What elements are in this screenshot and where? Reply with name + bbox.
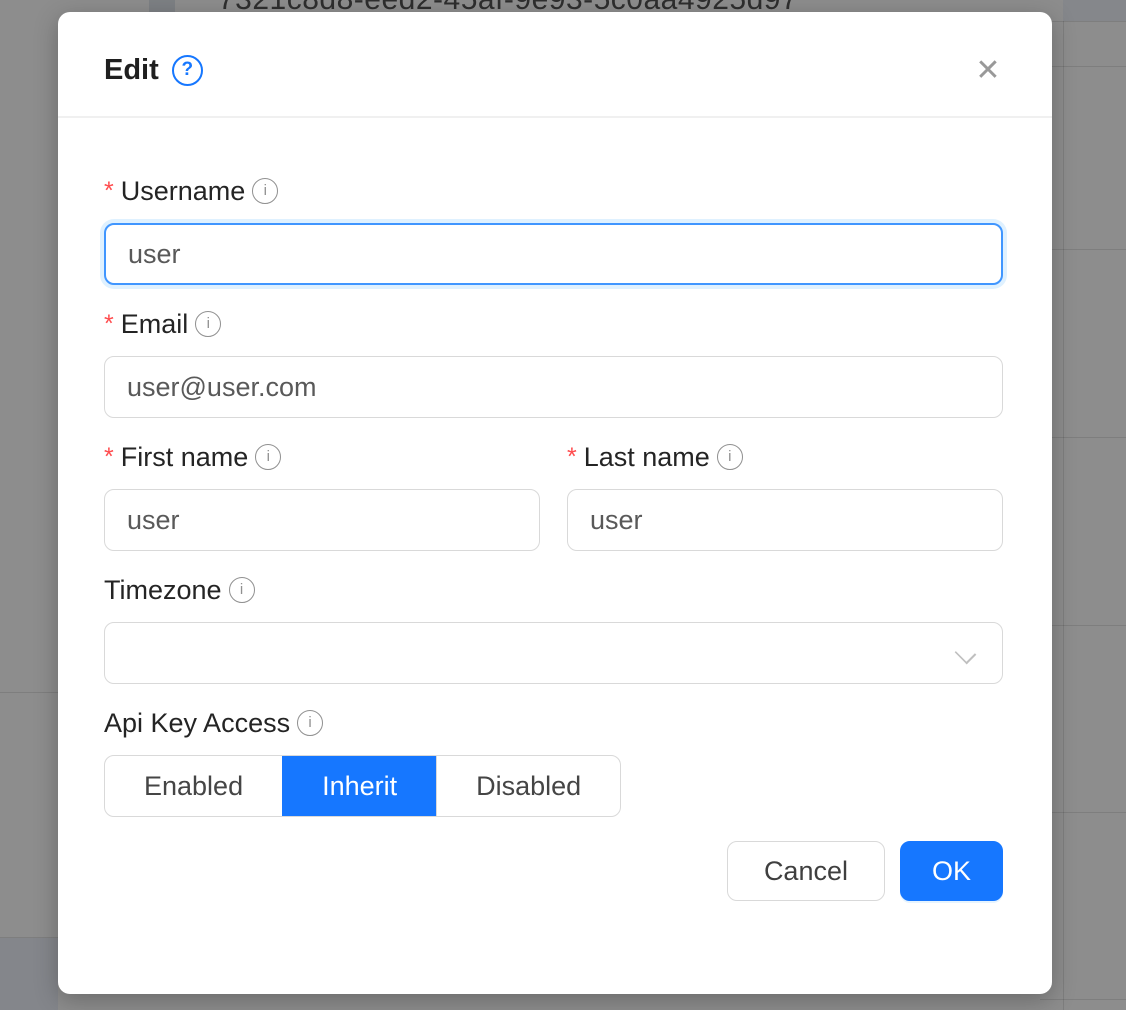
cancel-button[interactable]: Cancel	[727, 841, 885, 901]
first-name-form-item: * First name i	[104, 440, 540, 551]
background-table-line	[1040, 625, 1126, 626]
required-marker: *	[567, 440, 577, 474]
timezone-form-item: Timezone i	[104, 573, 1003, 684]
api-key-access-form-item: Api Key Access i Enabled Inherit Disable…	[104, 706, 1003, 817]
radio-option-enabled[interactable]: Enabled	[105, 756, 282, 816]
radio-option-disabled[interactable]: Disabled	[436, 756, 620, 816]
background-table-line	[1040, 437, 1126, 438]
required-marker: *	[104, 174, 114, 208]
close-icon[interactable]: ✕	[968, 50, 1008, 90]
modal-footer: Cancel OK	[58, 841, 1052, 901]
username-label-text: Username	[121, 174, 246, 208]
modal-title: Edit	[104, 54, 159, 87]
api-key-access-label-text: Api Key Access	[104, 706, 290, 740]
background-table-line	[1040, 249, 1126, 250]
background-table-line	[1040, 999, 1126, 1000]
last-name-input[interactable]	[567, 489, 1003, 551]
name-row: * First name i * Last name i	[104, 440, 1003, 551]
api-key-access-radio-group: Enabled Inherit Disabled	[104, 755, 621, 817]
username-label: * Username i	[104, 174, 1003, 208]
timezone-label: Timezone i	[104, 573, 1003, 607]
username-input[interactable]	[104, 223, 1003, 285]
email-label-text: Email	[121, 307, 189, 341]
background-table-header-band	[1063, 0, 1126, 21]
background-table-line	[1040, 66, 1126, 67]
info-icon[interactable]: i	[297, 710, 323, 736]
help-circle-icon[interactable]: ?	[172, 55, 203, 86]
username-form-item: * Username i	[104, 174, 1003, 285]
first-name-label-text: First name	[121, 440, 249, 474]
last-name-label-text: Last name	[584, 440, 710, 474]
info-icon[interactable]: i	[195, 311, 221, 337]
background-panel-band	[0, 938, 58, 1010]
timezone-select[interactable]	[104, 622, 1003, 684]
email-form-item: * Email i	[104, 307, 1003, 418]
email-label: * Email i	[104, 307, 1003, 341]
first-name-label: * First name i	[104, 440, 540, 474]
info-icon[interactable]: i	[229, 577, 255, 603]
background-table-vline	[1063, 0, 1064, 1010]
info-icon[interactable]: i	[255, 444, 281, 470]
last-name-form-item: * Last name i	[567, 440, 1003, 551]
radio-option-inherit[interactable]: Inherit	[282, 756, 436, 816]
edit-user-modal: Edit ? ✕ * Username i * Email i	[58, 12, 1052, 994]
ok-button[interactable]: OK	[900, 841, 1003, 901]
background-table-line	[1040, 21, 1126, 22]
background-table-line	[1040, 812, 1126, 813]
required-marker: *	[104, 440, 114, 474]
first-name-input[interactable]	[104, 489, 540, 551]
api-key-access-label: Api Key Access i	[104, 706, 1003, 740]
timezone-label-text: Timezone	[104, 573, 222, 607]
email-input[interactable]	[104, 356, 1003, 418]
info-icon[interactable]: i	[717, 444, 743, 470]
edit-user-form: * Username i * Email i * First name i	[58, 118, 1052, 817]
last-name-label: * Last name i	[567, 440, 1003, 474]
required-marker: *	[104, 307, 114, 341]
info-icon[interactable]: i	[252, 178, 278, 204]
background-table-line	[0, 692, 58, 693]
chevron-down-icon	[955, 643, 977, 665]
modal-header: Edit ? ✕	[58, 12, 1052, 118]
